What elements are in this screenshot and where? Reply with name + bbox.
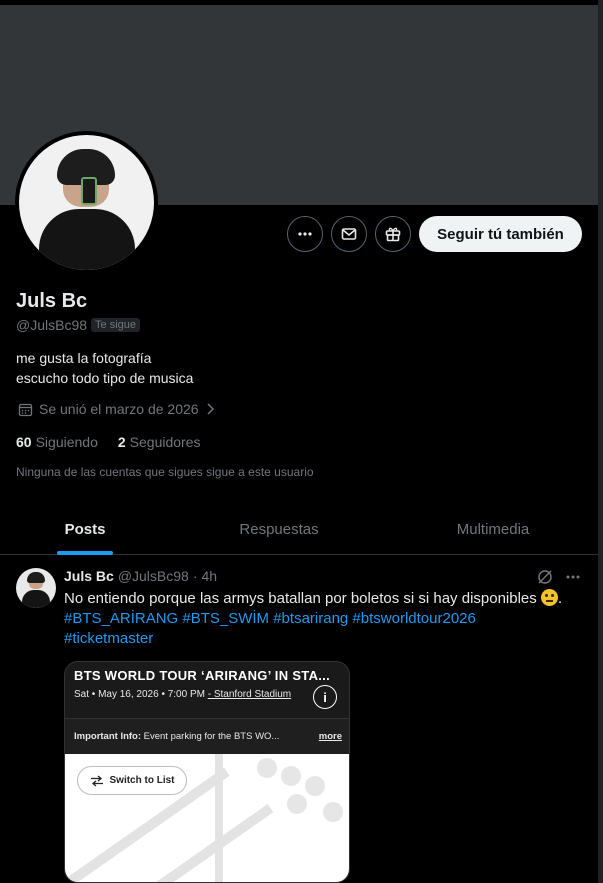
profile-tabs: Posts Respuestas Multimedia bbox=[0, 505, 598, 555]
swap-arrows-icon bbox=[90, 775, 103, 786]
venue-map: Switch to List bbox=[65, 754, 349, 882]
profile-handle: @JulsBc98 bbox=[16, 317, 88, 333]
neutral-face-emoji-icon bbox=[540, 589, 558, 606]
card-venue: - Stanford Stadium bbox=[207, 689, 292, 700]
mail-icon bbox=[341, 228, 357, 240]
follow-stats: 60 Siguiendo 2 Seguidores bbox=[16, 434, 200, 450]
more-horizontal-icon[interactable] bbox=[564, 568, 582, 586]
scrollbar-gutter[interactable] bbox=[598, 0, 603, 883]
tab-media[interactable]: Multimedia bbox=[388, 505, 598, 554]
post-media-card[interactable]: BTS WORLD TOUR ‘ARIRANG’ IN STA... Sat •… bbox=[64, 661, 350, 883]
tab-posts[interactable]: Posts bbox=[0, 505, 170, 555]
calendar-icon bbox=[18, 403, 33, 416]
tab-label: Multimedia bbox=[456, 521, 530, 538]
following-link[interactable]: 60 Siguiendo bbox=[16, 434, 98, 450]
tab-replies[interactable]: Respuestas bbox=[170, 505, 388, 554]
tab-label: Posts bbox=[64, 521, 106, 538]
card-info-label: Important Info: bbox=[74, 731, 142, 742]
mutuals-note: Ninguna de las cuentas que sigues sigue … bbox=[16, 465, 314, 479]
profile-name: Juls Bc bbox=[16, 290, 88, 312]
card-important-info: Important Info: Event parking for the BT… bbox=[65, 719, 349, 754]
post-hashtags[interactable]: #BTS_ARİRANG #BTS_SWİM #btsarirang #btsw… bbox=[64, 610, 476, 627]
more-options-button[interactable] bbox=[287, 216, 323, 252]
bio-line: me gusta la fotografía bbox=[16, 350, 152, 366]
followers-link[interactable]: 2 Seguidores bbox=[118, 434, 201, 450]
post-icons bbox=[536, 568, 582, 586]
bio-line: escucho todo tipo de musica bbox=[16, 370, 194, 386]
followers-count: 2 bbox=[117, 434, 126, 450]
gift-button[interactable] bbox=[375, 216, 411, 252]
card-date: Sat • May 16, 2026 • 7:00 PM - Stanford … bbox=[74, 689, 291, 700]
following-label: Siguiendo bbox=[35, 434, 98, 450]
post-separator: · bbox=[192, 568, 198, 584]
post-author-name[interactable]: Juls Bc bbox=[64, 568, 114, 584]
post-author-handle[interactable]: @JulsBc98 bbox=[118, 568, 189, 584]
switch-to-list-button: Switch to List bbox=[77, 766, 187, 795]
more-horizontal-icon bbox=[298, 232, 312, 236]
grok-icon[interactable] bbox=[536, 568, 554, 586]
post-author-avatar[interactable] bbox=[16, 568, 56, 608]
card-more-link: more bbox=[318, 731, 342, 742]
card-title: BTS WORLD TOUR ‘ARIRANG’ IN STA... bbox=[74, 668, 330, 683]
card-date-text: Sat • May 16, 2026 • 7:00 PM bbox=[74, 689, 205, 700]
joined-text: Se unió el marzo de 2026 bbox=[39, 401, 199, 417]
follow-back-button[interactable]: Seguir tú también bbox=[419, 216, 582, 252]
followers-label: Seguidores bbox=[129, 434, 201, 450]
message-button[interactable] bbox=[331, 216, 367, 252]
following-count: 60 bbox=[16, 434, 32, 450]
chevron-right-icon bbox=[207, 403, 214, 415]
card-info-text: Event parking for the BTS WO... bbox=[143, 731, 280, 742]
post-body: No entiendo porque las armys batallan po… bbox=[64, 590, 537, 607]
tab-label: Respuestas bbox=[239, 521, 319, 538]
avatar-photo bbox=[19, 135, 154, 270]
handle-row: @JulsBc98 Te sigue bbox=[16, 317, 141, 333]
post[interactable]: Juls Bc @JulsBc98 · 4h No entiendo porqu… bbox=[0, 556, 598, 883]
post-header: Juls Bc @JulsBc98 · 4h bbox=[64, 568, 217, 584]
post-text: No entiendo porque las armys batallan po… bbox=[64, 589, 563, 647]
post-time[interactable]: 4h bbox=[202, 568, 218, 584]
profile-avatar[interactable] bbox=[15, 131, 158, 274]
gift-icon bbox=[385, 227, 401, 242]
switch-label: Switch to List bbox=[109, 775, 175, 786]
profile-bio: me gusta la fotografía escucho todo tipo… bbox=[16, 348, 193, 388]
follows-you-badge: Te sigue bbox=[91, 318, 141, 332]
active-tab-indicator bbox=[57, 551, 113, 555]
info-icon: i bbox=[313, 685, 337, 709]
post-hashtag[interactable]: #ticketmaster bbox=[64, 630, 153, 647]
joined-date[interactable]: Se unió el marzo de 2026 bbox=[18, 401, 215, 417]
